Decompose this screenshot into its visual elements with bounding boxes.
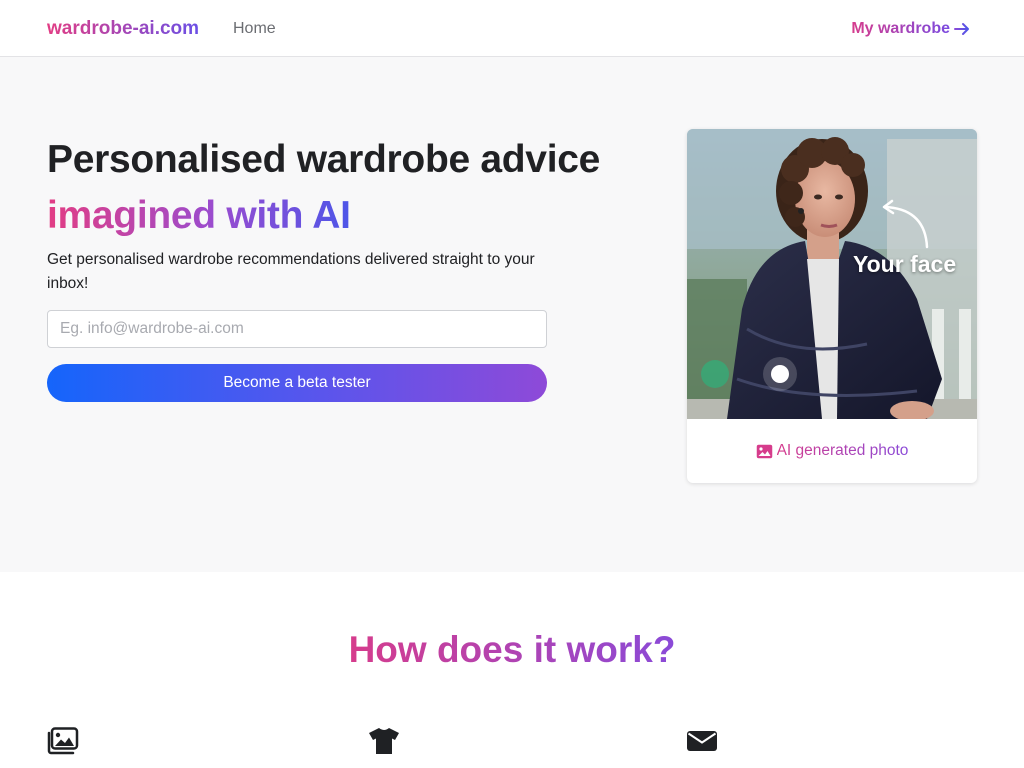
how-it-works-title-text: How does it work? — [348, 629, 676, 670]
your-face-label: Your face — [853, 251, 957, 277]
nav-home-link[interactable]: Home — [233, 20, 276, 38]
envelope-icon — [687, 731, 717, 751]
brand-logo-link[interactable]: wardrobe-ai.com — [47, 18, 199, 40]
become-beta-tester-button[interactable]: Become a beta tester — [47, 364, 547, 402]
hero-section: Personalised wardrobe advice imagined wi… — [0, 57, 1024, 572]
photo-caption: AI generated photo — [687, 419, 977, 483]
hero-title-highlight: imagined with AI — [47, 194, 351, 237]
image-icon — [756, 444, 772, 458]
ai-generated-photo: Your face — [687, 129, 977, 419]
hero-title: Personalised wardrobe advice — [47, 138, 601, 181]
how-it-works-title: How does it work? — [0, 629, 1024, 671]
tshirt-icon — [369, 728, 399, 754]
images-icon — [47, 727, 79, 755]
my-wardrobe-link[interactable]: My wardrobe — [851, 20, 970, 38]
photo-caption-text: AI generated photo — [776, 442, 909, 459]
arrow-right-icon — [954, 23, 969, 35]
top-navbar: wardrobe-ai.com Home My wardrobe — [0, 0, 1024, 57]
my-wardrobe-label: My wardrobe — [851, 20, 950, 37]
hero-subtitle: Get personalised wardrobe recommendation… — [47, 251, 535, 292]
ai-photo-card: Your face AI generated photo — [687, 129, 977, 483]
email-input[interactable] — [47, 310, 547, 348]
